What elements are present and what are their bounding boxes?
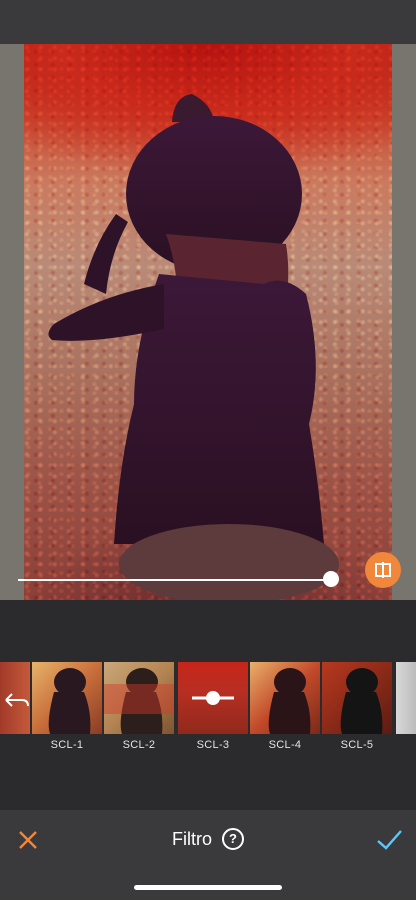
help-icon[interactable]: ? bbox=[222, 828, 244, 850]
filter-thumb-scl-5[interactable] bbox=[322, 662, 392, 734]
undo-thumb[interactable] bbox=[0, 662, 30, 734]
filter-label-scl-4: SCL-4 bbox=[268, 739, 302, 751]
intensity-slider[interactable] bbox=[18, 568, 398, 592]
compare-icon bbox=[375, 562, 391, 578]
filter-label-scl-3: SCL-3 bbox=[196, 739, 230, 751]
slider-knob[interactable] bbox=[323, 571, 339, 587]
filter-thumb-next[interactable] bbox=[396, 662, 416, 734]
undo-icon bbox=[5, 693, 29, 707]
photo-preview bbox=[24, 44, 392, 600]
home-indicator bbox=[134, 885, 282, 890]
filter-thumb-scl-2[interactable] bbox=[104, 662, 174, 734]
adjust-icon bbox=[192, 691, 234, 705]
filter-thumb-scl-1[interactable] bbox=[32, 662, 102, 734]
filter-label-scl-1: SCL-1 bbox=[50, 739, 84, 751]
subject-silhouette bbox=[48, 94, 339, 600]
photo-canvas bbox=[0, 44, 416, 600]
filter-thumb-scl-4[interactable] bbox=[250, 662, 320, 734]
filter-label-scl-2: SCL-2 bbox=[122, 739, 156, 751]
compare-button[interactable] bbox=[365, 552, 401, 588]
page-title: Filtro bbox=[172, 828, 212, 849]
slider-track bbox=[18, 579, 332, 581]
bottom-title: Filtro ? bbox=[0, 828, 416, 850]
checkmark-icon bbox=[377, 830, 402, 850]
filter-thumb-scl-3[interactable] bbox=[178, 662, 248, 734]
top-bar bbox=[0, 0, 416, 44]
confirm-button[interactable] bbox=[374, 826, 404, 854]
filter-label-scl-5: SCL-5 bbox=[340, 739, 374, 751]
